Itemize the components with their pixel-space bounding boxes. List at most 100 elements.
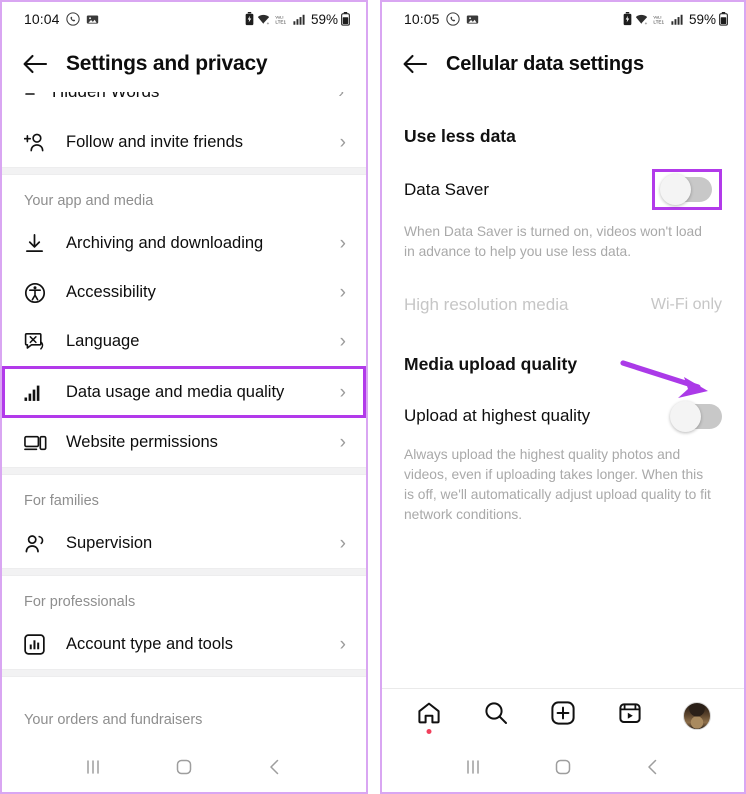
section-header-app-and-media: Your app and media [24, 193, 154, 209]
whatsapp-icon [65, 12, 80, 26]
nav-home[interactable] [407, 694, 451, 738]
setting-row-high-resolution-media[interactable]: High resolution media Wi-Fi only [404, 288, 722, 322]
photo-icon [466, 13, 479, 26]
list-item-label: Accessibility [66, 283, 156, 301]
recents-icon[interactable] [462, 756, 484, 778]
signal-bars-icon [24, 380, 50, 404]
battery-percent: 59% [688, 11, 716, 27]
back-chevron-icon[interactable] [264, 756, 286, 778]
chevron-right-icon: › [338, 92, 344, 102]
cellular-settings-content: Use less data Data Saver When Data Saver… [382, 126, 744, 525]
data-saver-highlight-box [652, 169, 722, 210]
back-arrow-icon[interactable] [18, 47, 52, 81]
list-item-label: Archiving and downloading [66, 234, 264, 252]
list-item-supervision[interactable]: Supervision › [2, 519, 366, 568]
back-arrow-icon[interactable] [398, 47, 432, 81]
partial-row-label: Hidden Words [52, 92, 159, 102]
chevron-right-icon: › [339, 533, 346, 554]
list-item-website-permissions[interactable]: Website permissions › [2, 418, 366, 467]
signal-bars-icon [671, 13, 685, 26]
left-phone-frame: 10:04 + VoLI LTE1 59% Settings and priva… [0, 0, 368, 794]
page-title: Settings and privacy [66, 52, 268, 75]
svg-text:LTE1: LTE1 [653, 19, 664, 24]
status-bar-left: 10:04 + VoLI LTE1 59% [2, 2, 366, 36]
section-header-for-families: For families [24, 493, 99, 509]
language-icon [24, 330, 50, 354]
list-item-label: Follow and invite friends [66, 133, 244, 151]
chevron-right-icon: › [339, 381, 346, 403]
list-item-label: Language [66, 332, 140, 350]
list-item-label: Account type and tools [66, 635, 233, 653]
download-icon [24, 232, 50, 256]
photo-icon [86, 13, 99, 26]
section-title-media-upload-quality: Media upload quality [404, 354, 578, 374]
nav-reels[interactable] [608, 694, 652, 738]
partial-row-inner: Hidden Words › [2, 92, 366, 114]
list-item-follow-invite-friends[interactable]: Follow and invite friends › [2, 118, 366, 167]
svg-text:+: + [267, 20, 270, 25]
battery-percent: 59% [310, 11, 338, 27]
svg-text:LTE1: LTE1 [275, 19, 286, 24]
battery-icon [341, 12, 350, 26]
data-saver-help-text: When Data Saver is turned on, videos won… [404, 224, 702, 259]
battery-icon [719, 12, 728, 26]
svg-text:+: + [645, 20, 648, 25]
status-time: 10:05 [404, 11, 440, 27]
high-resolution-media-value: Wi-Fi only [650, 296, 722, 313]
data-saver-toggle[interactable] [660, 174, 712, 205]
partial-row-hidden-words[interactable]: Hidden Words › [2, 92, 366, 118]
list-item-account-type-tools[interactable]: Account type and tools › [2, 620, 366, 669]
section-divider [2, 167, 366, 175]
list-item-data-usage-media-quality[interactable]: Data usage and media quality › [2, 366, 366, 418]
nav-profile[interactable] [675, 694, 719, 738]
status-bar-left-group: 10:05 [404, 11, 479, 27]
svg-text:VoLI: VoLI [653, 14, 661, 19]
nav-create[interactable] [541, 694, 585, 738]
battery-saver-icon [623, 12, 632, 26]
status-time: 10:04 [24, 11, 60, 27]
upload-highest-quality-toggle[interactable] [670, 400, 722, 432]
settings-list: Hidden Words › Follow and invite friends… [2, 92, 366, 677]
volte-icon: VoLI LTE1 [653, 13, 668, 26]
chevron-right-icon: › [339, 233, 346, 254]
page-title: Cellular data settings [446, 52, 644, 75]
search-icon [483, 700, 509, 731]
status-bar-right: 10:05 + VoLI LTE1 59% [382, 2, 744, 36]
reels-icon [617, 700, 643, 731]
account-tools-icon [24, 633, 50, 657]
back-chevron-icon[interactable] [642, 756, 664, 778]
hidden-words-icon [24, 92, 52, 105]
wifi-icon: + [257, 13, 272, 26]
toggle-knob [660, 174, 691, 205]
status-bar-right-group: + VoLI LTE1 59% [245, 12, 350, 27]
home-square-icon[interactable] [173, 756, 195, 778]
status-bar-left-group: 10:04 [24, 11, 99, 27]
list-item-archiving-downloading[interactable]: Archiving and downloading › [2, 219, 366, 268]
whatsapp-icon [445, 12, 460, 26]
wifi-icon: + [635, 13, 650, 26]
setting-row-upload-highest-quality: Upload at highest quality [404, 399, 722, 433]
data-saver-label: Data Saver [404, 179, 490, 199]
list-item-label: Website permissions [66, 433, 218, 451]
app-bar-right: Cellular data settings [382, 36, 744, 92]
battery-saver-icon [245, 12, 254, 26]
recents-icon[interactable] [82, 756, 104, 778]
section-title-use-less-data: Use less data [404, 126, 516, 146]
svg-text:VoLI: VoLI [275, 14, 283, 19]
nav-search[interactable] [474, 694, 518, 738]
list-item-language[interactable]: Language › [2, 317, 366, 366]
add-person-icon [24, 131, 50, 155]
setting-row-data-saver: Data Saver [404, 169, 722, 210]
volte-icon: VoLI LTE1 [275, 13, 290, 26]
upload-highest-quality-help-text: Always upload the highest quality photos… [404, 447, 711, 522]
list-item-label: Data usage and media quality [66, 382, 285, 401]
section-header-orders-fundraisers: Your orders and fundraisers [24, 712, 203, 728]
chevron-right-icon: › [339, 132, 346, 153]
section-divider [2, 568, 366, 576]
website-icon [24, 431, 50, 455]
chevron-right-icon: › [339, 432, 346, 453]
app-bar-left: Settings and privacy [2, 36, 366, 92]
section-divider [2, 669, 366, 677]
home-square-icon[interactable] [552, 756, 574, 778]
list-item-accessibility[interactable]: Accessibility › [2, 268, 366, 317]
